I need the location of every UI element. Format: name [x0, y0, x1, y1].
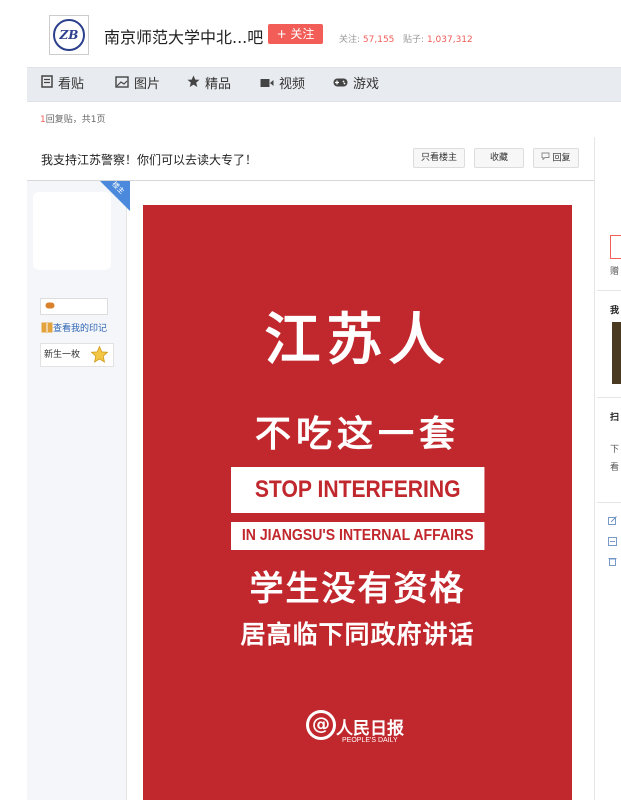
nav-tab-games[interactable]: 游戏	[333, 68, 379, 101]
nav-tab-label: 看贴	[58, 77, 85, 92]
sidebar-text-3: 看	[610, 463, 620, 473]
author-column	[27, 181, 127, 800]
sidebar-heading-fragment-2: 扫	[610, 413, 620, 423]
book-icon	[41, 322, 53, 336]
trash-icon[interactable]	[608, 557, 617, 569]
sidebar-heading-fragment: 我	[610, 306, 620, 316]
logo-cn: 人民日报	[336, 719, 404, 739]
follow-button[interactable]: + 关注	[268, 24, 323, 44]
poster-line-4: 居高临下同政府讲话	[240, 620, 475, 649]
nav-tab-label: 游戏	[353, 77, 380, 92]
forum-nav: 看贴 图片 精品 视频 游戏	[27, 67, 621, 102]
only-op-button[interactable]: 只看楼主	[413, 148, 465, 168]
nav-tab-featured[interactable]: 精品	[187, 68, 231, 101]
follow-count: 57,155	[362, 35, 395, 45]
divider	[597, 502, 621, 503]
reply-button[interactable]: 回复	[533, 148, 579, 168]
nav-tab-label: 视频	[279, 77, 306, 92]
forum-name[interactable]: 南京师范大学中北...吧	[104, 24, 263, 48]
gamepad-icon	[45, 302, 55, 311]
sidebar-text-2: 下	[610, 445, 620, 455]
favorite-button[interactable]: 收藏	[474, 148, 524, 168]
poster-headline: 江苏人	[264, 308, 451, 373]
logo-en: PEOPLE'S DAILY	[342, 737, 398, 744]
nav-tab-posts[interactable]: 看贴	[41, 68, 84, 101]
gamepad-icon	[333, 68, 348, 101]
sidebar-text-1: 赠	[610, 267, 620, 277]
post-image[interactable]: 江苏人 不吃这一套 STOP INTERFERING IN JIANGSU'S …	[143, 205, 572, 800]
nav-tab-video[interactable]: 视频	[260, 68, 305, 101]
star-badge-icon	[90, 345, 109, 372]
reply-summary-text: 回复贴，共1页	[45, 115, 106, 125]
reply-button-label: 回复	[552, 153, 571, 164]
honor-badge-label: 新生一枚	[44, 350, 81, 360]
reply-summary: 1回复贴，共1页	[40, 112, 105, 125]
post-count-label: 贴子:	[403, 35, 425, 45]
forum-logo-emblem: ZB	[53, 19, 85, 51]
view-diary-label: 查看我的印记	[53, 324, 108, 334]
forum-header: ZB 南京师范大学中北...吧 + 关注 关注: 57,155 贴子: 1,03…	[0, 0, 621, 67]
post-count: 1,037,312	[426, 35, 473, 45]
nav-tab-label: 精品	[205, 77, 232, 92]
nav-tab-images[interactable]: 图片	[115, 68, 160, 101]
forum-stats: 关注: 57,155 贴子: 1,037,312	[339, 32, 473, 45]
forum-logo[interactable]: ZB	[49, 15, 89, 55]
at-icon: @	[306, 710, 336, 740]
thread-header: 我支持江苏警察！你们可以去读大专了！ 只看楼主 收藏 回复	[27, 137, 594, 181]
comment-icon	[541, 149, 550, 167]
poster-line-3: 学生没有资格	[249, 569, 466, 609]
bookmark-icon[interactable]	[608, 537, 617, 549]
sidebar-thumbnail[interactable]	[612, 322, 621, 384]
divider	[597, 290, 621, 291]
doc-icon	[41, 68, 53, 101]
edit-icon[interactable]	[608, 516, 617, 528]
honor-badge[interactable]: 新生一枚	[40, 343, 114, 367]
follow-count-label: 关注:	[339, 35, 361, 45]
nav-tab-label: 图片	[134, 77, 161, 92]
poster-english-box-1: STOP INTERFERING	[231, 467, 485, 513]
star-icon	[187, 68, 200, 101]
poster-english-box-2: IN JIANGSU'S INTERNAL AFFAIRS	[231, 522, 485, 550]
divider	[597, 397, 621, 398]
sidebar-button-fragment[interactable]	[610, 235, 621, 259]
poster-subheadline: 不吃这一套	[254, 414, 460, 455]
thread-title: 我支持江苏警察！你们可以去读大专了！	[41, 153, 258, 167]
image-icon	[115, 68, 129, 101]
video-icon	[260, 68, 274, 101]
user-level-badge[interactable]	[40, 298, 108, 315]
peoples-daily-logo: @ 人民日报 PEOPLE'S DAILY	[306, 710, 426, 750]
view-diary-link[interactable]: 查看我的印记	[41, 321, 107, 336]
